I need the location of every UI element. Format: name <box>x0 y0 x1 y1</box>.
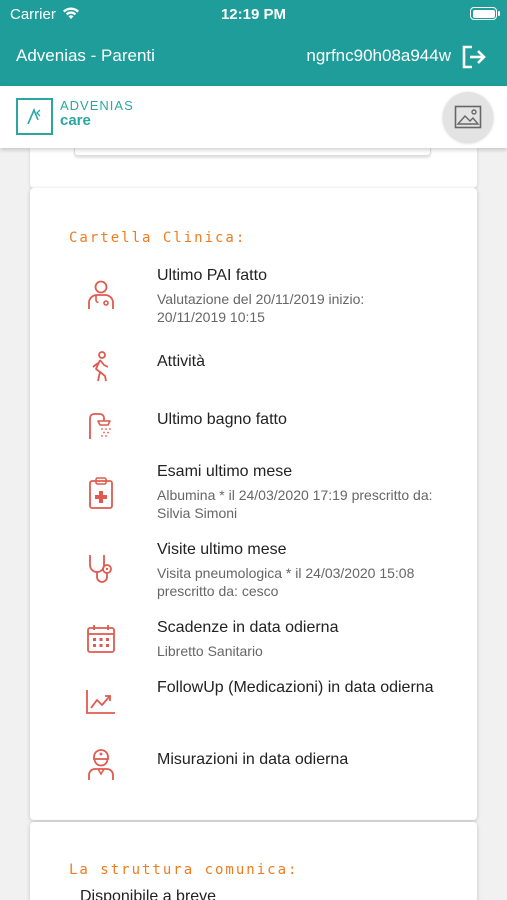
logo-brand: ADVENIAS <box>60 98 134 113</box>
battery-icon <box>470 7 500 20</box>
logo-product: care <box>60 112 91 129</box>
previous-card <box>30 148 477 188</box>
item-subtitle: Albumina * il 24/03/2020 17:19 prescritt… <box>157 487 433 521</box>
trend-chart-icon <box>86 690 115 714</box>
walking-person-icon <box>92 351 109 382</box>
structure-communications-card: La struttura comunica: Disponibile a bre… <box>30 822 477 900</box>
item-title: Visite ultimo mese <box>157 541 287 558</box>
status-bar: Carrier 12:19 PM <box>0 0 507 28</box>
item-title: Misurazioni in data odierna <box>157 751 349 768</box>
item-title: Attività <box>157 353 206 370</box>
image-button[interactable] <box>443 92 493 142</box>
item-title: Ultimo PAI fatto <box>157 267 267 284</box>
logout-icon[interactable] <box>459 42 489 72</box>
section-title-clinical-record: Cartella Clinica: <box>69 230 247 246</box>
app-title: Advenias - Parenti <box>16 46 155 65</box>
app-header: Advenias - Parenti ngrfnc90h08a944w <box>0 28 507 86</box>
structure-message: Disponibile a breve <box>80 888 217 900</box>
item-subtitle: Libretto Sanitario <box>157 643 263 659</box>
logo-wordmark: ADVENIAS care <box>60 98 134 129</box>
shower-icon <box>89 413 111 439</box>
user-code: ngrfnc90h08a944w <box>306 46 451 65</box>
clinical-record-card: Cartella Clinica: Ultimo PAI fatto Valut… <box>30 188 477 820</box>
doctor-icon <box>88 280 114 309</box>
item-subtitle: Visita pneumologica * il 24/03/2020 15:0… <box>157 565 415 599</box>
previous-card-field <box>74 148 431 156</box>
item-title: FollowUp (Medicazioni) in data odierna <box>157 679 434 696</box>
stethoscope-icon <box>89 555 112 583</box>
logo-icon <box>27 107 41 125</box>
calendar-icon <box>87 625 115 653</box>
logo-mark <box>16 98 53 135</box>
image-icon <box>454 105 482 129</box>
clock: 12:19 PM <box>220 6 287 23</box>
medical-clipboard-icon <box>89 477 113 509</box>
item-title: Scadenze in data odierna <box>157 619 339 636</box>
item-title: Esami ultimo mese <box>157 463 293 480</box>
nurse-icon <box>88 749 114 780</box>
item-title: Ultimo bagno fatto <box>157 411 287 428</box>
section-title-structure-communications: La struttura comunica: <box>69 862 299 878</box>
item-subtitle: Valutazione del 20/11/2019 inizio: 20/11… <box>157 291 365 325</box>
logo-bar: ADVENIAS care <box>0 86 507 148</box>
